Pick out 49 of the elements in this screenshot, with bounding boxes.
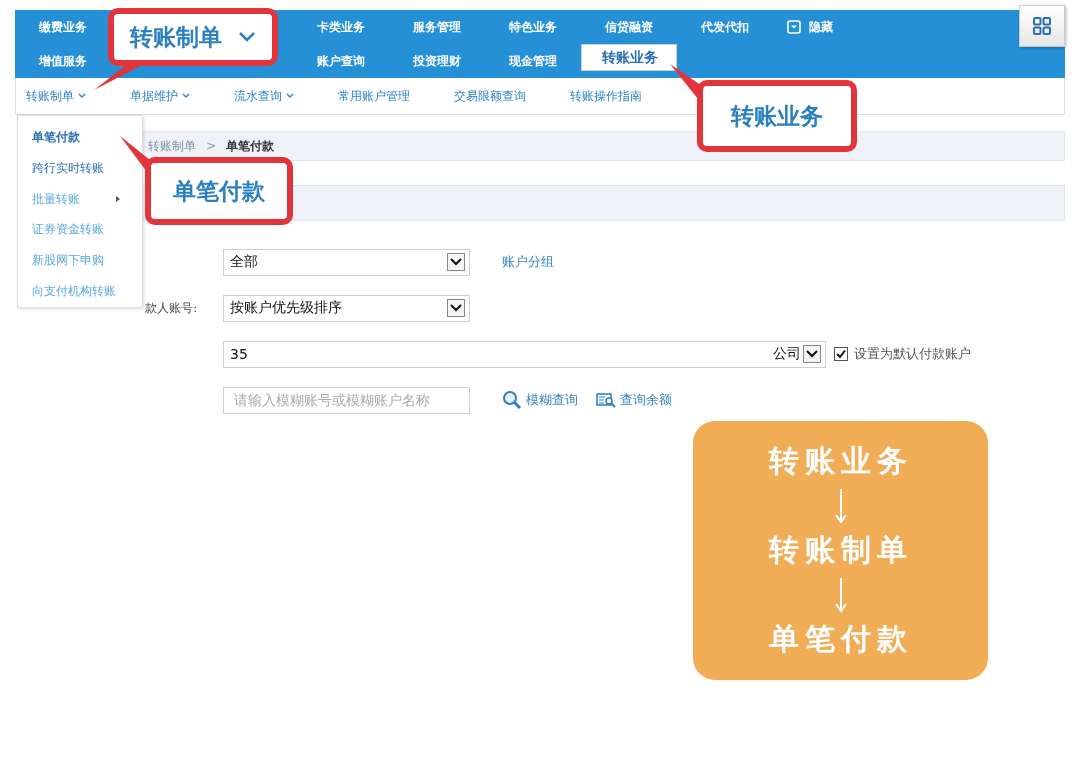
dropdown-icon [787,20,801,34]
menu-item[interactable]: 证券资金转账 [18,214,142,246]
search-icon [502,390,522,410]
account-select[interactable]: 35 公司 [223,340,826,368]
account-group-link[interactable]: 账户分组 [502,253,554,271]
nav-tab[interactable]: 信贷融资 [581,10,677,44]
breadcrumb-separator: > [206,139,217,153]
group-select[interactable]: 全部 [223,248,470,276]
menu-item[interactable]: 新股网下申购 [18,245,142,277]
nav-tab[interactable]: 卡类业务 [293,10,389,44]
fuzzy-search-link[interactable]: 模糊查询 [502,390,578,410]
nav-tab[interactable]: 投资理财 [389,44,485,78]
subnav-item[interactable]: 流水查询 [234,87,294,105]
nav-tab[interactable]: 缴费业务 [15,10,111,44]
callout-text: 转账制单 [130,23,222,52]
subnav-item[interactable]: 交易限额查询 [454,87,526,105]
menu-item[interactable]: 批量转账 [18,183,142,215]
menu-item[interactable]: 向支付机构转账 [18,276,142,307]
grid-icon [1033,17,1051,35]
document-search-icon [596,392,616,408]
nav-tab[interactable]: 代发代扣 [677,10,773,44]
nav-tab[interactable]: 服务管理 [389,10,485,44]
search-field[interactable]: 请输入模糊账号或模糊账户名称 [223,386,470,414]
breadcrumb-item[interactable]: 单笔付款 [226,137,275,155]
grid-menu-button[interactable] [1019,5,1065,47]
callout-text: 单笔付款 [173,177,265,206]
account-label: 款人账号: [145,300,197,316]
nav-tab[interactable]: 特色业务 [485,10,581,44]
flow-step: 转账业务 [768,441,913,482]
subnav-item[interactable]: 单据维护 [130,87,190,105]
subnav-item[interactable]: 转账操作指南 [570,87,642,105]
menu-item[interactable]: 单笔付款 [18,122,142,153]
menu-item[interactable]: 跨行实时转账 [18,152,142,184]
callout-text: 转账业务 [731,102,823,131]
breadcrumb-item[interactable]: 转账制单 [148,137,196,155]
hide-toggle[interactable]: 隐藏 [787,10,833,44]
balance-query-link[interactable]: 查询余额 [596,391,672,409]
flow-step: 转账制单 [768,530,913,571]
arrow-down-icon [833,488,848,524]
subnav-item[interactable]: 常用账户管理 [338,87,410,105]
sort-select[interactable]: 按账户优先级排序 [223,294,470,322]
nav-tab[interactable]: 增值服务 [15,44,111,78]
default-account-checkbox[interactable]: 设置为默认付款账户 [834,345,971,363]
nav-tab[interactable]: 账户查询 [293,44,389,78]
subnav-item[interactable]: 转账制单 [26,87,86,105]
nav-tab[interactable]: 转账业务 [581,44,677,71]
flow-step: 单笔付款 [768,619,913,660]
arrow-down-icon [833,577,848,613]
nav-tab[interactable]: 现金管理 [485,44,581,78]
